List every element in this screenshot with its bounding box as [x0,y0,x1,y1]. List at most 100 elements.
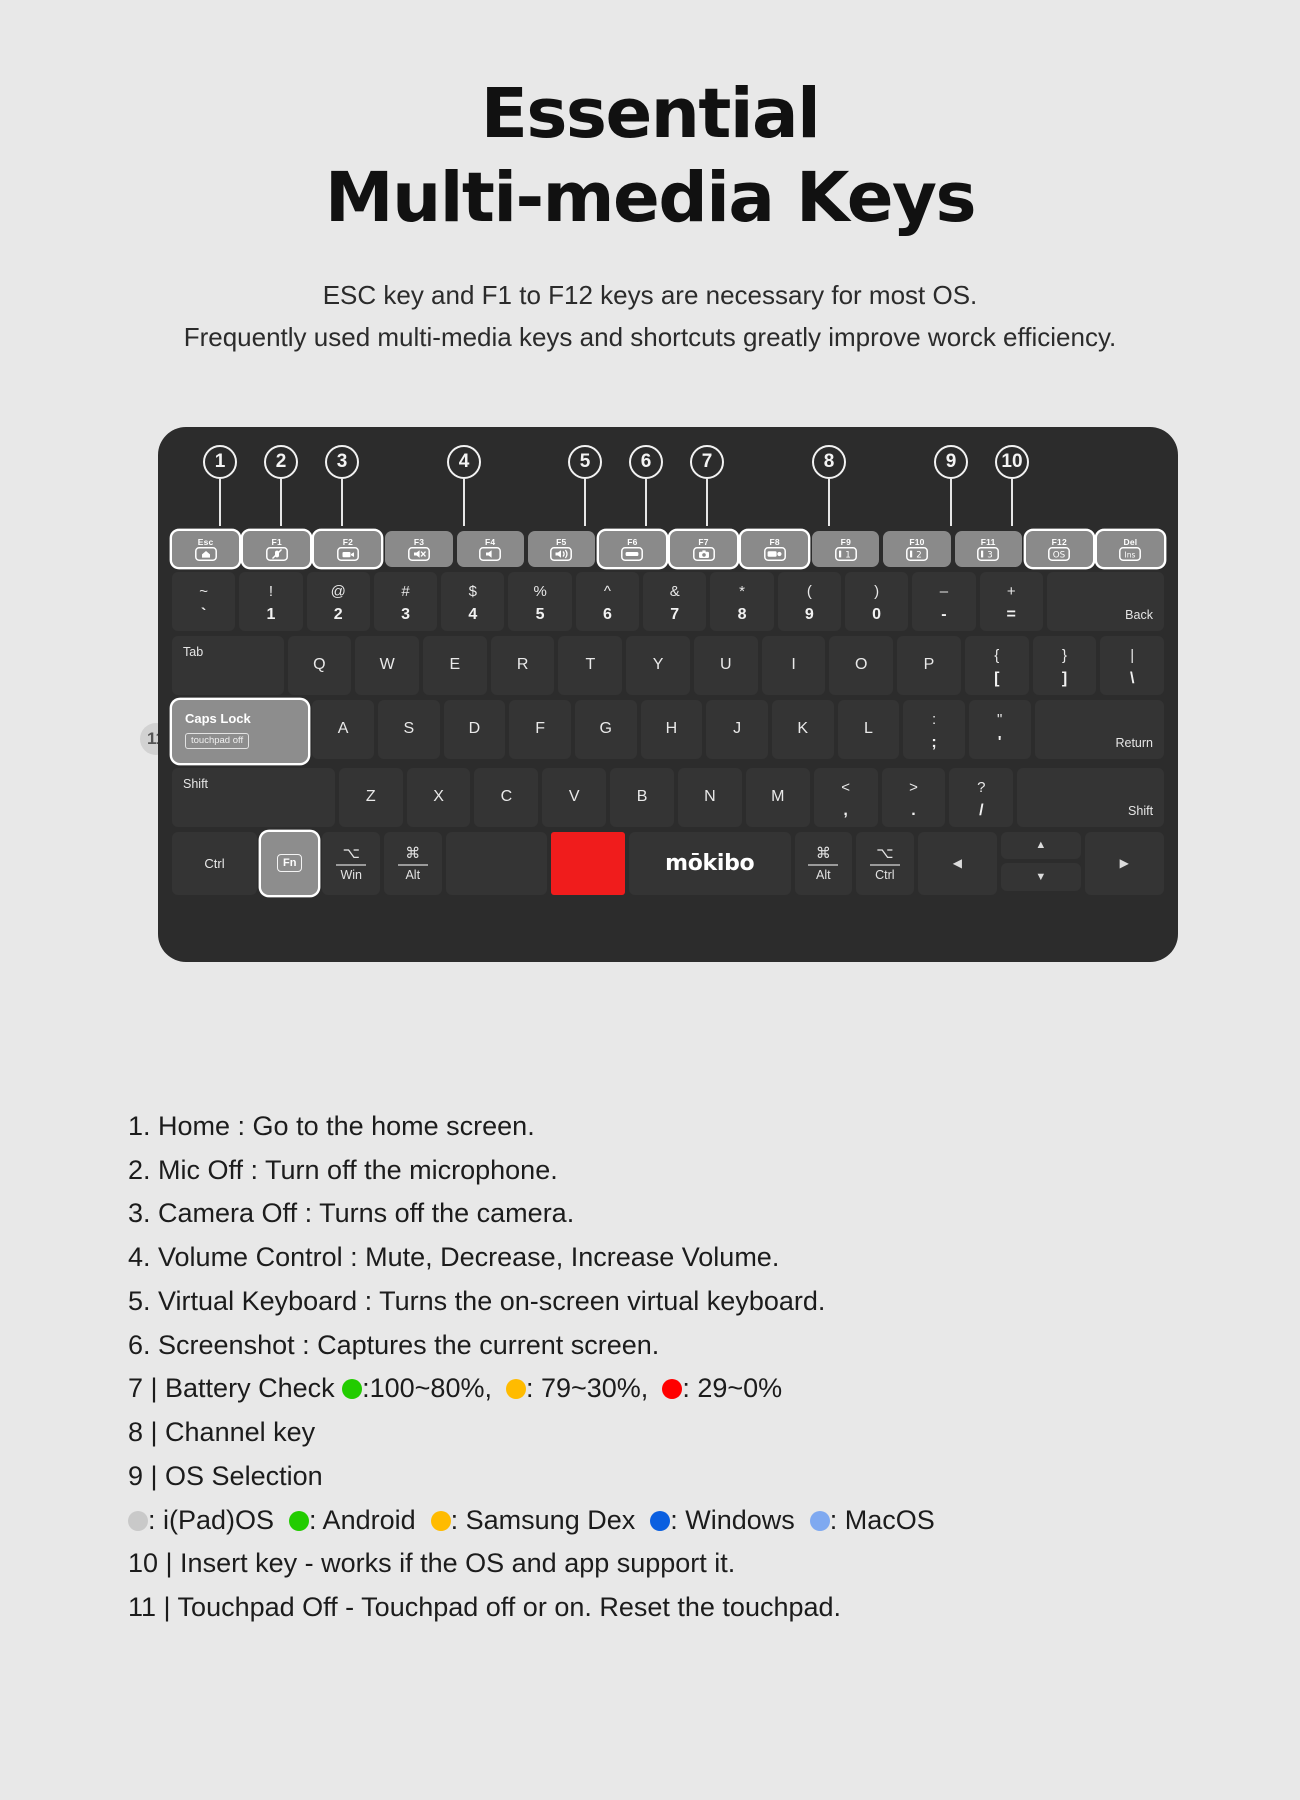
key-tab-label: Tab [183,644,204,659]
key-d[interactable]: D [443,699,506,759]
key-0[interactable]: ) 0 [844,571,909,631]
key-space-highlight[interactable] [550,831,625,895]
key-k[interactable]: K [771,699,834,759]
key-f6[interactable]: F6 [598,530,666,567]
key-arrow-right[interactable]: ▶ [1084,831,1164,895]
title-line-2: Multi-media Keys [324,158,977,239]
key-e[interactable]: E [423,635,487,695]
key-shift-right[interactable]: Shift [1017,767,1165,827]
key-b[interactable]: B [610,767,674,827]
key-l[interactable]: L [837,699,900,759]
key-f5[interactable]: F5 [527,530,595,567]
key-caps-lock[interactable]: Caps Lock touchpad off [172,699,309,763]
key-arrow-down[interactable]: ▼ [1001,863,1081,891]
key-f3[interactable]: F3 [385,530,453,567]
key-semicolon[interactable]: :; [903,699,965,759]
key-f8[interactable]: F8 [741,530,809,567]
key-arrow-up[interactable]: ▲ [1001,831,1081,860]
mic-off-icon [265,547,288,562]
key-s[interactable]: S [377,699,440,759]
keyboard-body: 1 2 3 4 5 6 7 8 9 10 Esc F1 F2 F3 F4 F5 F6 F7 F8 F9 1 F10 2 F1… [158,426,1178,962]
key-esc-label: Esc [197,536,214,547]
key-7[interactable]: & 7 [643,571,707,631]
key-m[interactable]: M [745,767,810,827]
key-a[interactable]: A [312,699,374,759]
key-slash[interactable]: ? / [949,767,1014,827]
key-f[interactable]: F [509,699,571,759]
key-f12[interactable]: F12 OS [1025,530,1093,567]
key-f2[interactable]: F2 [314,530,382,567]
function-key-row: Esc F1 F2 F3 F4 F5 F6 F7 F8 F9 1 F10 2 F11 3 F12 OS Del In… [172,530,1164,567]
key-f4[interactable]: F4 [456,530,524,567]
key-c[interactable]: C [474,767,539,827]
key-fn[interactable]: Fn [260,831,319,895]
key-esc[interactable]: Esc [172,530,240,567]
key-f1[interactable]: F1 [243,530,311,567]
key-6[interactable]: ^ 6 [575,571,640,631]
key-f7[interactable]: F7 [669,530,738,567]
key-r[interactable]: R [490,635,555,695]
key-del[interactable]: Del Ins [1096,530,1164,567]
key-4[interactable]: $4 [441,571,505,631]
key-i[interactable]: I [761,635,826,695]
callout-6-leader-line [644,478,648,526]
key-9[interactable]: (9 [777,571,841,631]
key-spacebar[interactable]: mōkibo [628,831,791,895]
key-5[interactable]: % 5 [508,571,572,631]
key-alt[interactable]: ⌘ Alt [384,831,442,895]
key-backslash[interactable]: | \ [1100,635,1165,695]
key-j[interactable]: J [706,699,768,759]
legend-battery-prefix: 7 | Battery Check [128,1373,343,1404]
key-ctrl-left[interactable]: Ctrl [172,831,257,895]
key-ctrl-right[interactable]: ⌥ Ctrl [856,831,914,895]
key-2[interactable]: @2 [306,571,370,631]
key-comma[interactable]: <, [813,767,878,827]
key-return[interactable]: Return [1034,699,1165,759]
legend-touchpad-item: 11 | Touchpad Off - Touchpad off or on. … [128,1592,842,1623]
os-select-icon: OS [1048,547,1071,562]
key-x[interactable]: X [406,767,471,827]
key-alt-right[interactable]: ⌘ Alt [794,831,853,895]
key-v[interactable]: V [542,767,607,827]
arrow-down-icon: ▼ [1035,870,1047,883]
key-f11-label: F11 [980,536,996,547]
key-bracket-right[interactable]: }] [1032,635,1097,695]
callout-6-badge: 6 [629,444,663,479]
key-quote[interactable]: " ' [968,699,1031,759]
key-q[interactable]: Q [287,635,352,695]
key-alt-label: Alt [405,867,421,882]
key-o[interactable]: O [829,635,894,695]
callout-5-badge: 5 [568,444,602,479]
key-win[interactable]: ⌥ Win [322,831,380,895]
callout-6: 6 [629,444,663,526]
key-f10[interactable]: F10 2 [883,530,951,567]
key-=[interactable]: + = [979,571,1043,631]
key-8[interactable]: * 8 [710,571,774,631]
key-t[interactable]: T [558,635,623,695]
key-space-left[interactable] [445,831,547,895]
key-f11[interactable]: F11 3 [954,530,1022,567]
key-p[interactable]: P [897,635,961,695]
key-backspace[interactable]: Back [1046,571,1164,631]
key-shift-left[interactable]: Shift [172,767,335,827]
key-arrow-left[interactable]: ◀ [917,831,998,895]
key-u[interactable]: U [693,635,758,695]
legend-battery-red-text: : 29~0% [682,1373,783,1404]
key-period[interactable]: >. [881,767,946,827]
key-1[interactable]: ! 1 [239,571,303,631]
key-z[interactable]: Z [338,767,403,827]
key-bracket-left[interactable]: {[ [964,635,1029,695]
key-h[interactable]: H [640,699,703,759]
key-3[interactable]: #3 [373,571,438,631]
key--[interactable]: – - [912,571,976,631]
key-backtick[interactable]: ~ ` [172,571,236,631]
page-subtitle: ESC key and F1 to F12 keys are necessary… [0,274,1300,358]
key-n[interactable]: N [678,767,742,827]
key-y[interactable]: Y [626,635,690,695]
legend-insert-item: 10 | Insert key - works if the OS and ap… [128,1548,736,1579]
key-w[interactable]: W [355,635,419,695]
key-tab[interactable]: Tab [172,635,284,695]
key-g[interactable]: G [574,699,637,759]
callout-5: 5 [568,444,602,526]
key-f9[interactable]: F9 1 [812,530,880,567]
